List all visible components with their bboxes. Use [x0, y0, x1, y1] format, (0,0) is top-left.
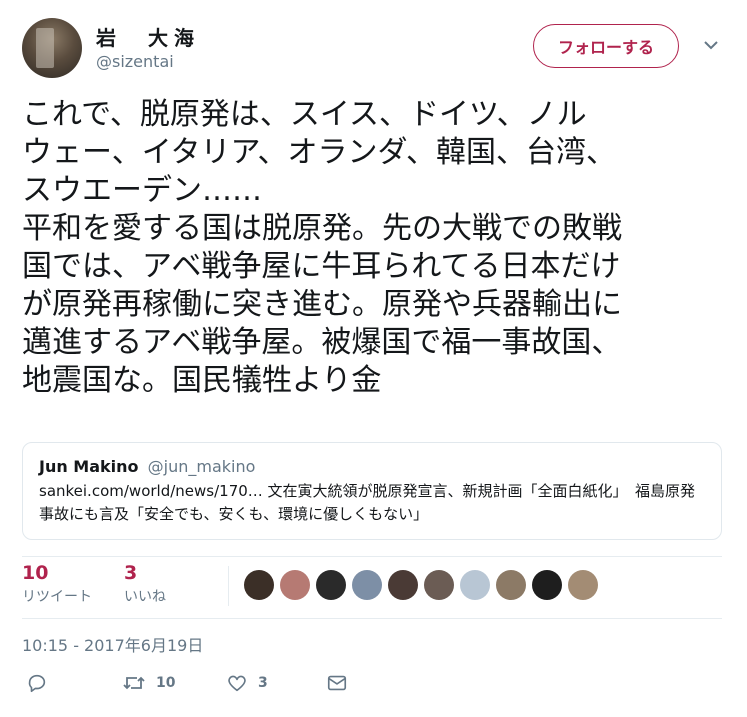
- quoted-tweet-author: Jun Makino @jun_makino: [39, 457, 705, 476]
- tweet-author-avatar[interactable]: [22, 18, 82, 78]
- mail-icon: [327, 675, 347, 691]
- direct-message-button[interactable]: [326, 672, 348, 694]
- retweets-stat[interactable]: 10 リツイート: [22, 562, 92, 606]
- liker-avatar[interactable]: [388, 570, 418, 600]
- tweet-timestamp[interactable]: 10:15 - 2017年6月19日: [22, 632, 203, 656]
- chevron-down-icon[interactable]: [700, 34, 722, 56]
- quoted-tweet-handle: @jun_makino: [147, 457, 256, 476]
- tweet-author-name[interactable]: 岩 大海: [96, 22, 200, 51]
- retweets-label: リツイート: [22, 589, 92, 605]
- retweets-count: 10: [22, 562, 49, 584]
- quoted-tweet-name: Jun Makino: [39, 457, 139, 476]
- like-count: 3: [258, 675, 268, 691]
- liker-avatar[interactable]: [424, 570, 454, 600]
- liker-avatar[interactable]: [496, 570, 526, 600]
- quoted-tweet-text: sankei.com/world/news/170… 文在寅大統領が脱原発宣言、…: [39, 482, 696, 523]
- likers-avatars: [244, 570, 598, 600]
- retweet-count: 10: [156, 675, 176, 691]
- liker-avatar[interactable]: [460, 570, 490, 600]
- tweet-actions: 10 3: [22, 672, 722, 702]
- likes-stat[interactable]: 3 いいね: [124, 562, 166, 606]
- tweet-text: これで、脱原発は、スイス、ドイツ、ノル ウェー、イタリア、オランダ、韓国、台湾、…: [22, 97, 622, 398]
- heart-icon: [228, 675, 246, 692]
- liker-avatar[interactable]: [352, 570, 382, 600]
- like-button[interactable]: 3: [226, 672, 268, 694]
- liker-avatar[interactable]: [532, 570, 562, 600]
- retweet-button[interactable]: 10: [122, 672, 175, 694]
- stats-separator: [228, 566, 229, 606]
- liker-avatar[interactable]: [568, 570, 598, 600]
- divider-top: [22, 556, 722, 557]
- reply-icon: [28, 674, 46, 693]
- liker-avatar[interactable]: [280, 570, 310, 600]
- reply-button[interactable]: [26, 672, 48, 694]
- likes-count: 3: [124, 562, 138, 584]
- liker-avatar[interactable]: [316, 570, 346, 600]
- quoted-tweet-card[interactable]: Jun Makino @jun_makino sankei.com/world/…: [22, 442, 722, 540]
- tweet-author-handle[interactable]: @sizentai: [96, 52, 174, 71]
- follow-button[interactable]: フォローする: [533, 24, 679, 68]
- divider-middle: [22, 618, 722, 619]
- retweet-icon: [123, 676, 145, 690]
- likes-label: いいね: [124, 589, 166, 605]
- liker-avatar[interactable]: [244, 570, 274, 600]
